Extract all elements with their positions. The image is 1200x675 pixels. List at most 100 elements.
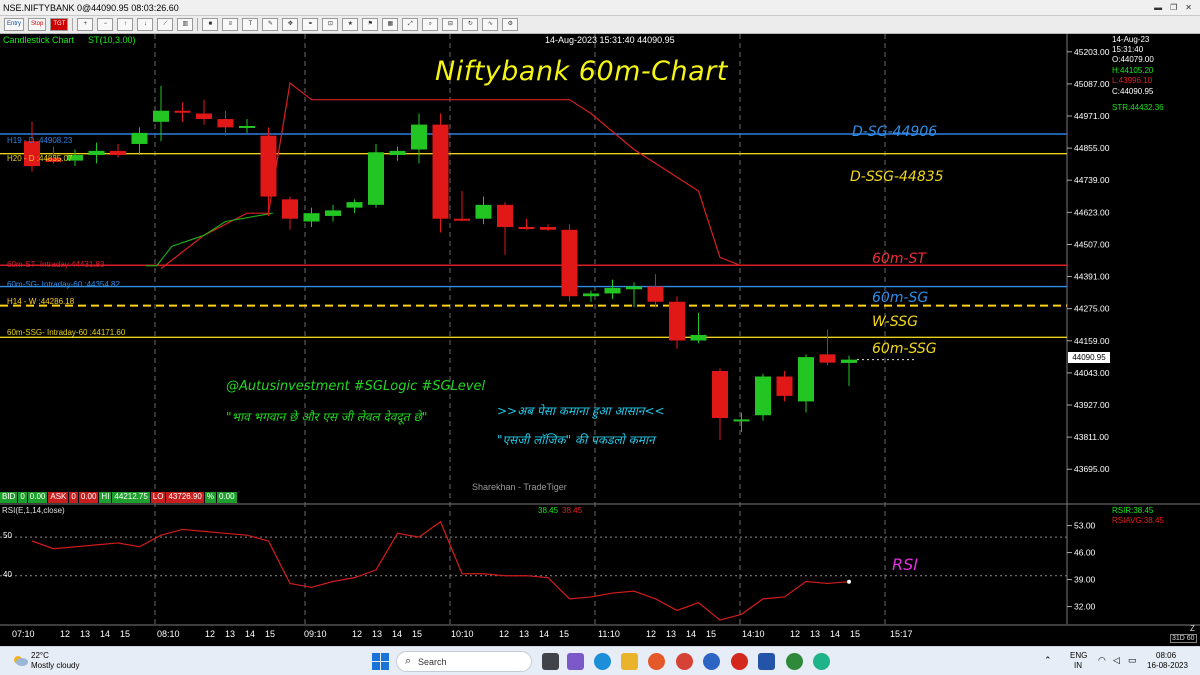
expand-icon[interactable]: ⤢ bbox=[402, 18, 419, 31]
price-chart-canvas[interactable]: 45203.00 45087.00 44971.00 44855.00 44739.00… bbox=[0, 34, 1200, 646]
time-tick-label: 15 bbox=[706, 629, 716, 639]
period-tag[interactable]: 31D 60 bbox=[1170, 634, 1197, 643]
time-tick-label: 14:10 bbox=[742, 629, 765, 639]
split-icon[interactable]: ⊟ bbox=[442, 18, 459, 31]
weather-icon[interactable] bbox=[12, 653, 28, 667]
bid-price: 0.00 bbox=[27, 492, 49, 503]
close-icon[interactable]: ✕ bbox=[1185, 3, 1192, 12]
trendline-icon[interactable]: ⟋ bbox=[157, 18, 174, 31]
app-icon-green[interactable] bbox=[786, 653, 803, 670]
app-icon-c[interactable] bbox=[703, 653, 720, 670]
ohlc-open: O:44079.00 bbox=[1112, 55, 1154, 64]
time-ticks: 07:10 12 13 14 15 08:10 12 13 14 15 09:10 12 13 14 15 1… bbox=[12, 629, 913, 639]
chart-area[interactable]: 45203.00 45087.00 44971.00 44855.00 44739.00… bbox=[0, 34, 1200, 646]
price-tick-label: 44971.00 bbox=[1074, 111, 1110, 121]
time-tick-label: 14 bbox=[100, 629, 110, 639]
stop-button[interactable]: Stop bbox=[28, 18, 47, 31]
candle-body bbox=[540, 227, 556, 230]
zoom-in-icon[interactable]: + bbox=[77, 18, 94, 31]
flag-icon[interactable]: ⚑ bbox=[362, 18, 379, 31]
zoom-out-icon[interactable]: − bbox=[97, 18, 114, 31]
arrow-up-icon[interactable]: ↑ bbox=[117, 18, 134, 31]
rsi-tick-label: 32.00 bbox=[1074, 602, 1096, 612]
text-tool-icon[interactable]: T bbox=[242, 18, 259, 31]
line-chart-icon[interactable]: ∿ bbox=[482, 18, 499, 31]
table-icon[interactable]: ▦ bbox=[382, 18, 399, 31]
tag-w-ssg: W-SSG bbox=[872, 314, 918, 330]
ohlc-time: 15:31:40 bbox=[1112, 45, 1144, 54]
ruler-icon[interactable]: ⊡ bbox=[322, 18, 339, 31]
candle-body bbox=[368, 152, 384, 205]
battery-icon[interactable]: ▭ bbox=[1128, 655, 1137, 666]
bar-chart-icon[interactable]: ▥ bbox=[177, 18, 194, 31]
windows-start-icon[interactable] bbox=[372, 653, 389, 670]
weather-condition: Mostly cloudy bbox=[31, 661, 80, 670]
tray-chevron-icon[interactable]: ⌃ bbox=[1044, 655, 1052, 666]
candle-body bbox=[239, 125, 255, 128]
file-explorer-icon[interactable] bbox=[621, 653, 638, 670]
price-tick-label: 44159.00 bbox=[1074, 336, 1110, 346]
entry-button[interactable]: Entry bbox=[4, 18, 25, 31]
crosshair-timestamp: 14-Aug-2023 15:31:40 44090.95 bbox=[545, 35, 675, 45]
edge-icon[interactable] bbox=[594, 653, 611, 670]
candle-body bbox=[733, 419, 750, 422]
refresh-icon[interactable]: ↻ bbox=[462, 18, 479, 31]
time-tick-label: 12 bbox=[499, 629, 509, 639]
firefox-icon[interactable] bbox=[648, 653, 665, 670]
candle-body bbox=[475, 204, 492, 219]
pen-icon[interactable]: ✎ bbox=[262, 18, 279, 31]
language-indicator[interactable]: ENG bbox=[1070, 651, 1087, 660]
pct-label: % bbox=[204, 492, 217, 503]
clock-time[interactable]: 08:06 bbox=[1156, 651, 1176, 660]
link-icon[interactable]: ⚭ bbox=[302, 18, 319, 31]
target-button[interactable]: TGT bbox=[50, 18, 69, 31]
restore-icon[interactable]: ❐ bbox=[1170, 3, 1177, 12]
bid-ask-bar: BID 0 0.00 ASK 0 0.00 HI 44212.75 LO 437… bbox=[0, 492, 238, 503]
minimize-icon[interactable]: ▬ bbox=[1154, 3, 1162, 12]
tradetiger-icon[interactable] bbox=[731, 653, 748, 670]
word-icon[interactable] bbox=[758, 653, 775, 670]
candle-body bbox=[88, 150, 105, 156]
quote-sg-level: "भाव भगवान छे और एस जी लेवल देवदूत छे" bbox=[226, 410, 428, 424]
taskbar-search-input[interactable]: ⌕ Search bbox=[396, 651, 532, 672]
list-icon[interactable]: ≡ bbox=[222, 18, 239, 31]
ask-qty: 0 bbox=[69, 492, 79, 503]
candle-body bbox=[561, 229, 578, 297]
app-icon-teal[interactable] bbox=[813, 653, 830, 670]
time-tick-label: 15 bbox=[265, 629, 275, 639]
rsi-last-point bbox=[847, 579, 851, 584]
task-view-icon[interactable] bbox=[542, 653, 559, 670]
wifi-icon[interactable]: ◠ bbox=[1098, 655, 1106, 666]
settings-icon[interactable]: ⚙ bbox=[502, 18, 519, 31]
ohlc-high: H:44105.20 bbox=[1112, 66, 1154, 75]
teams-icon[interactable] bbox=[567, 653, 584, 670]
search-icon: ⌕ bbox=[405, 655, 412, 667]
search-icon[interactable]: ⌕ bbox=[422, 18, 439, 31]
time-tick-label: 15:17 bbox=[890, 629, 913, 639]
time-tick-label: 13 bbox=[666, 629, 676, 639]
level-label-60m-st: 60m-ST- Intraday:44431.83 bbox=[7, 260, 105, 269]
candle-body bbox=[626, 286, 642, 290]
drag-icon[interactable]: ✥ bbox=[282, 18, 299, 31]
ask-price: 0.00 bbox=[78, 492, 100, 503]
candle-body bbox=[712, 370, 728, 419]
time-tick-label: 10:10 bbox=[451, 629, 474, 639]
rsi-level-50: 50 bbox=[3, 531, 12, 540]
volume-icon[interactable]: ◁ bbox=[1113, 655, 1120, 666]
tag-60m-sg: 60m-SG bbox=[872, 290, 929, 306]
candle-body bbox=[174, 110, 191, 113]
star-icon[interactable]: ★ bbox=[342, 18, 359, 31]
level-label-w-ssg: H14 - W :44286.18 bbox=[7, 297, 75, 306]
price-tick-label: 44275.00 bbox=[1074, 304, 1110, 314]
pct-value: 0.00 bbox=[216, 492, 238, 503]
candle-body bbox=[196, 113, 212, 120]
clock-date[interactable]: 16-08-2023 bbox=[1147, 661, 1188, 670]
weather-temp: 22°C bbox=[31, 651, 49, 660]
cube-icon[interactable]: ■ bbox=[202, 18, 219, 31]
arrow-down-icon[interactable]: ↓ bbox=[137, 18, 154, 31]
time-tick-label: 13 bbox=[372, 629, 382, 639]
rsi-title: RSI(E,1,14,close) bbox=[2, 506, 65, 515]
candle-body bbox=[325, 210, 341, 216]
candle-body bbox=[604, 287, 621, 294]
chrome-icon[interactable] bbox=[676, 653, 693, 670]
